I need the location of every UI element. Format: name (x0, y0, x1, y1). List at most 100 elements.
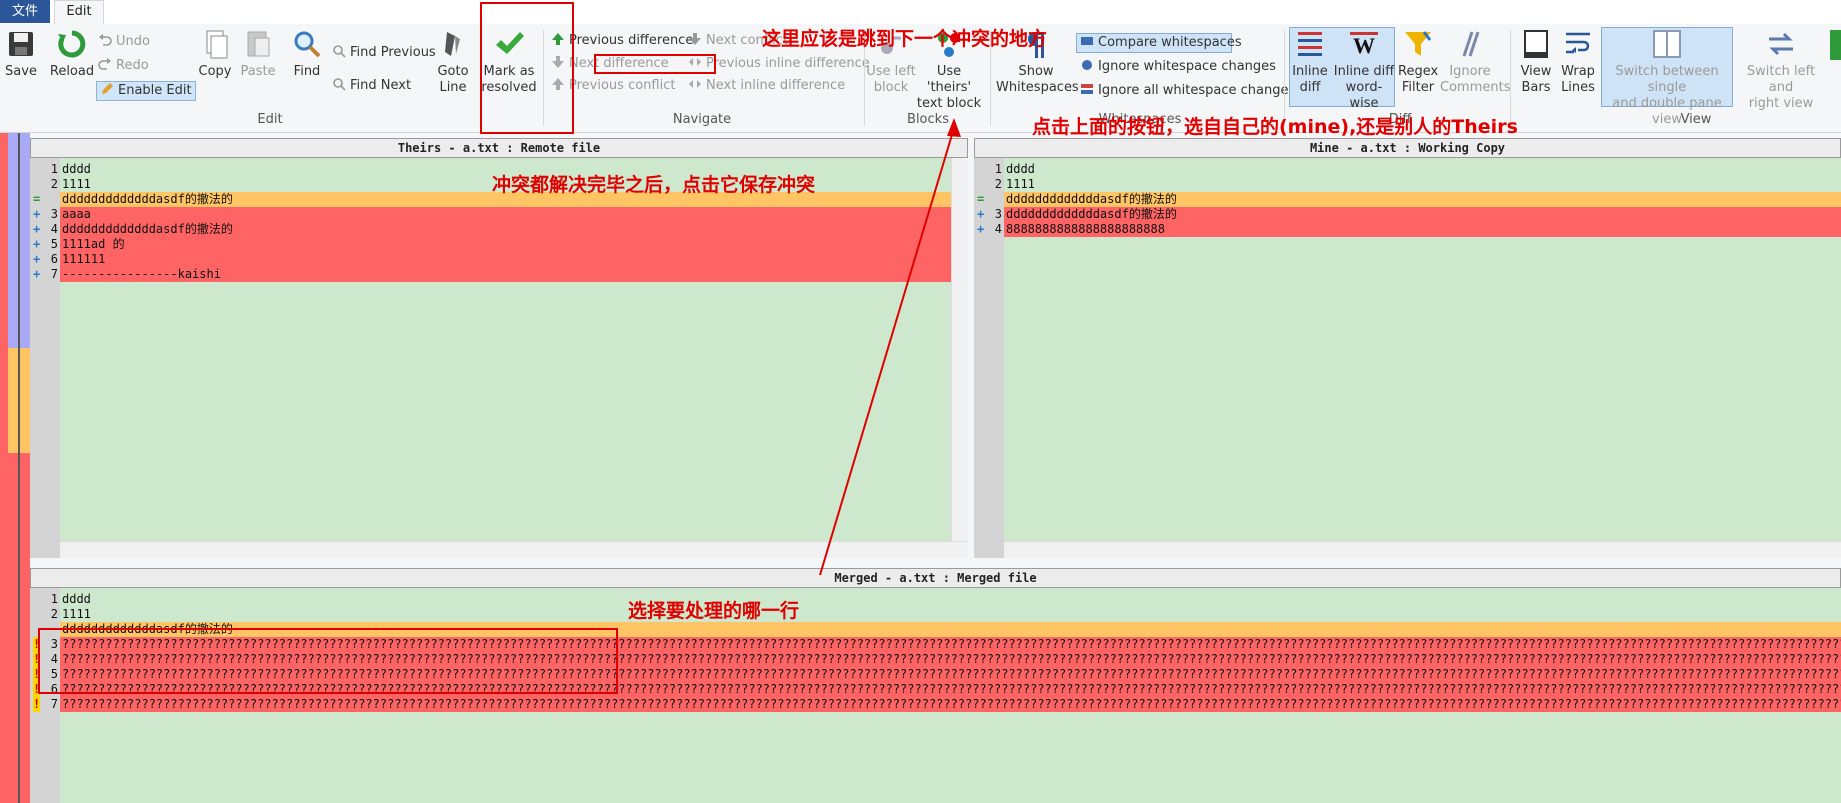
inline-diff-button[interactable]: Inline diff (1289, 28, 1331, 96)
funnel-icon (1405, 31, 1432, 56)
goto-line-label-1: Goto (437, 64, 469, 79)
wrap-lines-icon (1566, 32, 1590, 54)
copy-button[interactable]: Copy (195, 28, 235, 80)
merged-text-area[interactable]: 1 dddd 2 1111 dddddddddddddasdf的撤法的! 3???????… (30, 592, 1841, 803)
svg-text:W: W (1353, 33, 1375, 58)
double-pane-icon (1653, 30, 1681, 58)
next-inline-label: Next inline difference (706, 78, 846, 93)
mine-text-area[interactable]: 1 dddd 2 1111 = dddddddddddddasdf的撤法的 +3 dddddd… (974, 162, 1841, 558)
overflow-icon (1830, 30, 1841, 60)
arrow-left-right-icon (689, 80, 701, 88)
group-label-navigate: Navigate (672, 112, 732, 127)
find-previous-button[interactable]: Find Previous (332, 44, 436, 62)
redo-label: Redo (116, 58, 149, 73)
line-text: 8888888888888888888888 (1006, 222, 1841, 237)
conflict-lines-highlight-box (38, 628, 618, 694)
theirs-text-area[interactable]: 1 dddd 2 1111 = dddddddddddddasdf的撤法的 +3 aaaa +4… (30, 162, 968, 558)
find-next-icon (333, 78, 346, 91)
edit-pencil-icon (102, 83, 113, 94)
switch-left-right-button[interactable]: Switch left and right view (1736, 28, 1826, 112)
edit-menu-tab[interactable]: Edit (54, 0, 104, 24)
group-label-view: View (1680, 112, 1712, 127)
copy-icon (206, 30, 228, 59)
redo-button[interactable]: Redo (98, 57, 149, 75)
diff-line[interactable]: 2 1111 (30, 607, 1841, 622)
undo-label: Undo (116, 34, 150, 49)
find-previous-icon (333, 45, 346, 58)
annotation-choose-block: 点击上面的按钮，选自自己的(mine),还是别人的Theirs (1032, 116, 1518, 138)
line-number: 1 (994, 162, 1002, 176)
inline-diff-label-1: Inline (1292, 64, 1328, 79)
find-next-button[interactable]: Find Next (332, 77, 411, 95)
wrap-label-2: Lines (1561, 80, 1595, 95)
diff-line[interactable]: +7 ----------------kaishi (30, 267, 968, 282)
goto-line-button[interactable]: Goto Line (432, 28, 474, 96)
next-inline-difference-button[interactable]: Next inline difference (688, 77, 845, 95)
group-label-blocks: Blocks (907, 112, 949, 127)
line-number: 2 (50, 607, 58, 621)
diff-line[interactable]: 2 1111 (974, 177, 1841, 192)
diff-line[interactable]: +3 dddddddddddddasdf的撤法的 (974, 207, 1841, 222)
ignore-comments-button[interactable]: Ignore Comments (1440, 28, 1510, 96)
magnifier-icon (294, 31, 321, 58)
mine-pane[interactable]: Mine - a.txt : Working Copy 1 dddd 2 1111 = d… (974, 138, 1841, 558)
ignore-whitespace-changes-option[interactable]: Ignore whitespace changes (1080, 58, 1276, 76)
line-number: 7 (50, 697, 58, 711)
vertical-scrollbar[interactable] (951, 158, 968, 542)
line-text: dddd (62, 592, 91, 606)
diff-line[interactable]: +3 aaaa (30, 207, 968, 222)
save-button[interactable]: Save (2, 28, 40, 80)
diff-line[interactable]: +5 1111ad 的 (30, 237, 968, 252)
regex-label-2: Filter (1401, 80, 1435, 95)
locator-bar[interactable] (0, 133, 30, 803)
horizontal-scrollbar[interactable] (1004, 541, 1841, 558)
annotation-next-conflict: 这里应该是跳到下一个冲突的地方 (762, 28, 1048, 50)
line-text: ----------------kaishi (62, 267, 968, 282)
enable-edit-button[interactable]: Enable Edit (96, 81, 196, 101)
ignore-all-ws-label: Ignore all whitespace changes (1098, 83, 1296, 98)
inline-word-label-2: word-wise (1345, 80, 1383, 111)
horizontal-scrollbar[interactable] (60, 541, 968, 558)
line-text: ????????????????????????????????????????… (62, 697, 1841, 712)
menu-bar: 文件 Edit (0, 0, 1841, 25)
line-number: 3 (50, 207, 58, 221)
goto-line-label-2: Line (439, 80, 467, 95)
line-marker: ! (33, 697, 41, 712)
swap-arrows-icon (1769, 32, 1793, 56)
diff-line[interactable]: = dddddddddddddasdf的撤法的 (974, 192, 1841, 207)
line-text: dddddddddddddasdf的撤法的 (1006, 207, 1841, 222)
merged-pane-title: Merged - a.txt : Merged file (30, 568, 1841, 588)
use-theirs-label-2: text block (916, 96, 982, 111)
switch-lr-label-1: Switch left and (1746, 64, 1816, 95)
previous-conflict-label: Previous conflict (569, 78, 676, 93)
line-marker: = (33, 192, 41, 206)
line-text: 1111 (1006, 177, 1035, 191)
file-menu-tab[interactable]: 文件 (0, 0, 50, 23)
theirs-pane[interactable]: Theirs - a.txt : Remote file 1 dddd 2 1111 =… (30, 138, 968, 558)
find-next-label: Find Next (350, 78, 412, 93)
show-ws-label-1: Show (1018, 64, 1054, 79)
line-number: 5 (50, 237, 58, 251)
wrap-lines-button[interactable]: Wrap Lines (1558, 28, 1598, 96)
view-bars-button[interactable]: View Bars (1514, 28, 1558, 96)
find-button[interactable]: Find (288, 28, 326, 80)
inline-diff-word-wise-button[interactable]: W Inline diff word-wise (1333, 28, 1395, 112)
ignore-all-whitespace-option[interactable]: Ignore all whitespace changes (1080, 82, 1295, 100)
diff-line[interactable]: ! 7??????????????????????????????????????… (30, 697, 1841, 712)
reload-button[interactable]: Reload (48, 28, 96, 80)
find-label: Find (293, 64, 321, 79)
regex-filter-button[interactable]: Regex Filter (1398, 28, 1438, 96)
diff-line[interactable]: +4 dddddddddddddasdf的撤法的 (30, 222, 968, 237)
diff-line[interactable]: +4 8888888888888888888888 (974, 222, 1841, 237)
inline-diff-label-2: diff (1299, 80, 1321, 95)
paste-button[interactable]: Paste (237, 28, 279, 80)
diff-line[interactable]: 1 dddd (974, 162, 1841, 177)
compare-whitespace-icon (1081, 37, 1093, 45)
diff-line[interactable]: 1 dddd (30, 592, 1841, 607)
view-bars-label-1: View (1520, 64, 1552, 79)
undo-button[interactable]: Undo (98, 33, 150, 51)
compare-whitespaces-option[interactable]: Compare whitespaces (1080, 34, 1242, 52)
reload-label: Reload (49, 64, 95, 79)
use-theirs-label-1: Use 'theirs' (926, 64, 972, 95)
diff-line[interactable]: +6 111111 (30, 252, 968, 267)
